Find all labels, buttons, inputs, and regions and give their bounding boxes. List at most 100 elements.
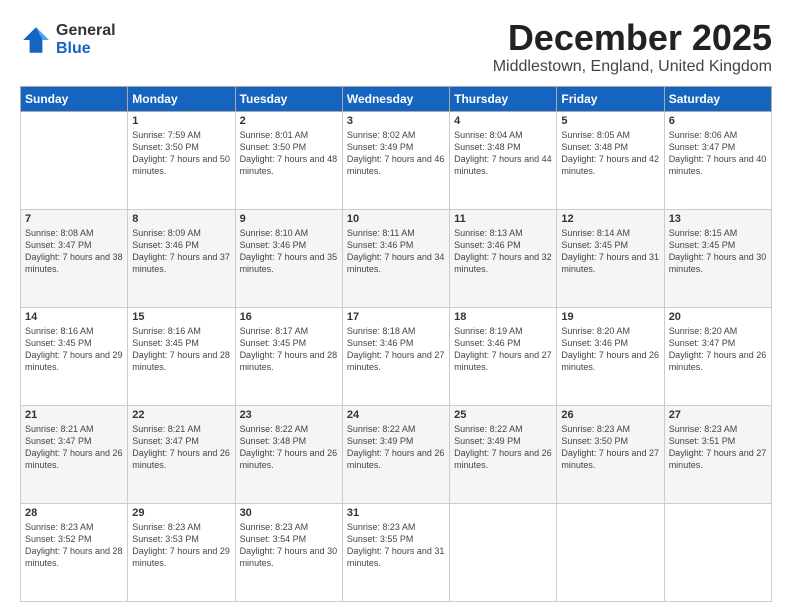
day-number: 12 — [561, 213, 659, 225]
th-monday: Monday — [128, 86, 235, 111]
table-row: 2 Sunrise: 8:01 AMSunset: 3:50 PMDaylight… — [235, 111, 342, 209]
table-row: 12 Sunrise: 8:14 AMSunset: 3:45 PMDayligh… — [557, 209, 664, 307]
day-number: 11 — [454, 213, 552, 225]
cell-content: Sunrise: 8:10 AMSunset: 3:46 PMDaylight:… — [240, 228, 338, 274]
header-row: Sunday Monday Tuesday Wednesday Thursday… — [21, 86, 772, 111]
table-row — [664, 503, 771, 601]
cell-content: Sunrise: 8:22 AMSunset: 3:49 PMDaylight:… — [454, 424, 552, 470]
cell-content: Sunrise: 8:20 AMSunset: 3:47 PMDaylight:… — [669, 326, 767, 372]
table-row: 4 Sunrise: 8:04 AMSunset: 3:48 PMDaylight… — [450, 111, 557, 209]
day-number: 29 — [132, 507, 230, 519]
table-row: 18 Sunrise: 8:19 AMSunset: 3:46 PMDayligh… — [450, 307, 557, 405]
cell-content: Sunrise: 8:23 AMSunset: 3:52 PMDaylight:… — [25, 522, 123, 568]
table-row: 6 Sunrise: 8:06 AMSunset: 3:47 PMDaylight… — [664, 111, 771, 209]
day-number: 14 — [25, 311, 123, 323]
table-row: 24Sunrise: 8:22 AMSunset: 3:49 PMDayligh… — [342, 405, 449, 503]
table-row — [450, 503, 557, 601]
table-row: 25 Sunrise: 8:22 AMSunset: 3:49 PMDayligh… — [450, 405, 557, 503]
cell-content: Sunrise: 8:22 AMSunset: 3:48 PMDaylight:… — [240, 424, 338, 470]
cell-content: Sunrise: 8:16 AMSunset: 3:45 PMDaylight:… — [132, 326, 230, 372]
cell-content: Sunrise: 8:21 AMSunset: 3:47 PMDaylight:… — [25, 424, 123, 470]
day-number: 4 — [454, 115, 552, 127]
day-number: 3 — [347, 115, 445, 127]
day-number: 24 — [347, 409, 445, 421]
th-wednesday: Wednesday — [342, 86, 449, 111]
logo-text: General Blue — [56, 22, 116, 57]
th-saturday: Saturday — [664, 86, 771, 111]
day-number: 10 — [347, 213, 445, 225]
table-row: 15Sunrise: 8:16 AMSunset: 3:45 PMDayligh… — [128, 307, 235, 405]
day-number: 22 — [132, 409, 230, 421]
day-number: 13 — [669, 213, 767, 225]
cell-content: Sunrise: 8:21 AMSunset: 3:47 PMDaylight:… — [132, 424, 230, 470]
table-row: 30 Sunrise: 8:23 AMSunset: 3:54 PMDayligh… — [235, 503, 342, 601]
day-number: 18 — [454, 311, 552, 323]
day-number: 17 — [347, 311, 445, 323]
day-number: 31 — [347, 507, 445, 519]
day-number: 30 — [240, 507, 338, 519]
cell-content: Sunrise: 8:08 AMSunset: 3:47 PMDaylight:… — [25, 228, 123, 274]
cell-content: Sunrise: 8:19 AMSunset: 3:46 PMDaylight:… — [454, 326, 552, 372]
table-row: 23 Sunrise: 8:22 AMSunset: 3:48 PMDayligh… — [235, 405, 342, 503]
location: Middlestown, England, United Kingdom — [493, 58, 772, 76]
table-row: 27Sunrise: 8:23 AMSunset: 3:51 PMDayligh… — [664, 405, 771, 503]
day-number: 9 — [240, 213, 338, 225]
table-row: 5 Sunrise: 8:05 AMSunset: 3:48 PMDaylight… — [557, 111, 664, 209]
cell-content: Sunrise: 8:02 AMSunset: 3:49 PMDaylight:… — [347, 130, 445, 176]
day-number: 1 — [132, 115, 230, 127]
calendar-table: Sunday Monday Tuesday Wednesday Thursday… — [20, 86, 772, 602]
header: General Blue December 2025 Middlestown, … — [20, 18, 772, 76]
title-block: December 2025 Middlestown, England, Unit… — [493, 18, 772, 76]
logo: General Blue — [20, 22, 116, 57]
cell-content: Sunrise: 8:13 AMSunset: 3:46 PMDaylight:… — [454, 228, 552, 274]
table-row: 22 Sunrise: 8:21 AMSunset: 3:47 PMDayligh… — [128, 405, 235, 503]
cell-content: Sunrise: 8:23 AMSunset: 3:50 PMDaylight:… — [561, 424, 659, 470]
logo-blue-text: Blue — [56, 40, 116, 58]
table-row — [557, 503, 664, 601]
cell-content: Sunrise: 8:11 AMSunset: 3:46 PMDaylight:… — [347, 228, 445, 274]
day-number: 23 — [240, 409, 338, 421]
day-number: 19 — [561, 311, 659, 323]
th-friday: Friday — [557, 86, 664, 111]
page: General Blue December 2025 Middlestown, … — [0, 0, 792, 612]
day-number: 16 — [240, 311, 338, 323]
cell-content: Sunrise: 8:05 AMSunset: 3:48 PMDaylight:… — [561, 130, 659, 176]
table-row: 17 Sunrise: 8:18 AMSunset: 3:46 PMDayligh… — [342, 307, 449, 405]
th-tuesday: Tuesday — [235, 86, 342, 111]
table-row: 20 Sunrise: 8:20 AMSunset: 3:47 PMDayligh… — [664, 307, 771, 405]
cell-content: Sunrise: 8:14 AMSunset: 3:45 PMDaylight:… — [561, 228, 659, 274]
cell-content: Sunrise: 8:17 AMSunset: 3:45 PMDaylight:… — [240, 326, 338, 372]
month-title: December 2025 — [493, 18, 772, 58]
table-row: 1 Sunrise: 7:59 AMSunset: 3:50 PMDaylight… — [128, 111, 235, 209]
cell-content: Sunrise: 8:06 AMSunset: 3:47 PMDaylight:… — [669, 130, 767, 176]
cell-content: Sunrise: 8:18 AMSunset: 3:46 PMDaylight:… — [347, 326, 445, 372]
day-number: 6 — [669, 115, 767, 127]
day-number: 5 — [561, 115, 659, 127]
table-row: 26Sunrise: 8:23 AMSunset: 3:50 PMDayligh… — [557, 405, 664, 503]
cell-content: Sunrise: 8:15 AMSunset: 3:45 PMDaylight:… — [669, 228, 767, 274]
day-number: 2 — [240, 115, 338, 127]
table-row: 21 Sunrise: 8:21 AMSunset: 3:47 PMDayligh… — [21, 405, 128, 503]
day-number: 21 — [25, 409, 123, 421]
day-number: 8 — [132, 213, 230, 225]
table-row: 8 Sunrise: 8:09 AMSunset: 3:46 PMDaylight… — [128, 209, 235, 307]
cell-content: Sunrise: 8:09 AMSunset: 3:46 PMDaylight:… — [132, 228, 230, 274]
day-number: 20 — [669, 311, 767, 323]
cell-content: Sunrise: 7:59 AMSunset: 3:50 PMDaylight:… — [132, 130, 230, 176]
day-number: 25 — [454, 409, 552, 421]
day-number: 28 — [25, 507, 123, 519]
cell-content: Sunrise: 8:16 AMSunset: 3:45 PMDaylight:… — [25, 326, 123, 372]
logo-general-text: General — [56, 22, 116, 40]
table-row: 13 Sunrise: 8:15 AMSunset: 3:45 PMDayligh… — [664, 209, 771, 307]
cell-content: Sunrise: 8:04 AMSunset: 3:48 PMDaylight:… — [454, 130, 552, 176]
th-thursday: Thursday — [450, 86, 557, 111]
table-row: 19Sunrise: 8:20 AMSunset: 3:46 PMDayligh… — [557, 307, 664, 405]
day-number: 7 — [25, 213, 123, 225]
cell-content: Sunrise: 8:01 AMSunset: 3:50 PMDaylight:… — [240, 130, 338, 176]
cell-content: Sunrise: 8:23 AMSunset: 3:54 PMDaylight:… — [240, 522, 338, 568]
table-row: 31Sunrise: 8:23 AMSunset: 3:55 PMDayligh… — [342, 503, 449, 601]
cell-content: Sunrise: 8:23 AMSunset: 3:51 PMDaylight:… — [669, 424, 767, 470]
table-row: 3 Sunrise: 8:02 AMSunset: 3:49 PMDaylight… — [342, 111, 449, 209]
table-row: 7 Sunrise: 8:08 AMSunset: 3:47 PMDaylight… — [21, 209, 128, 307]
table-row: 14 Sunrise: 8:16 AMSunset: 3:45 PMDayligh… — [21, 307, 128, 405]
